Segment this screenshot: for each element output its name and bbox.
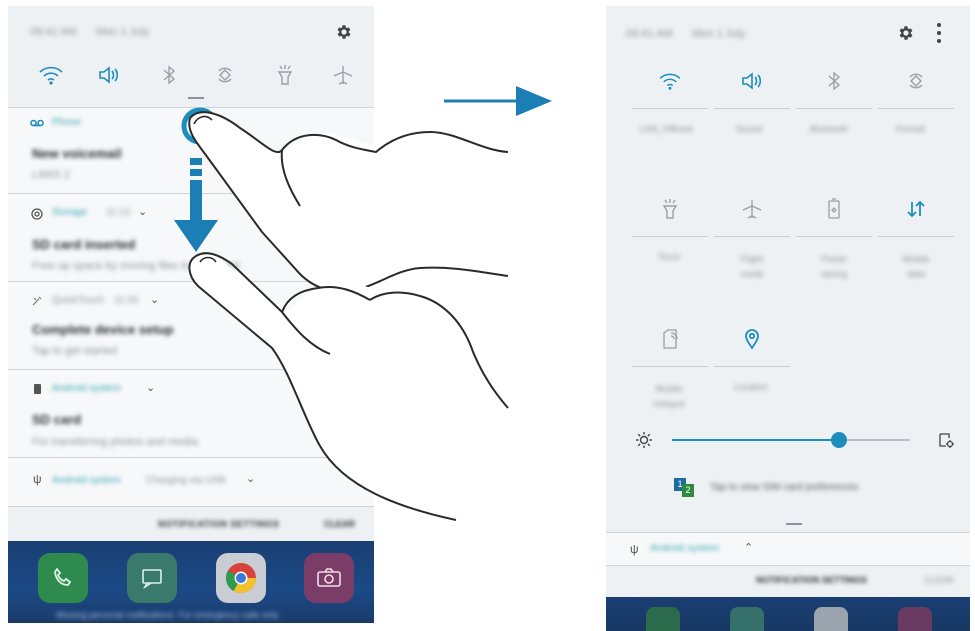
mobile-hotspot-icon (656, 326, 684, 352)
tile-label: Flight mode (740, 254, 764, 279)
brightness-slider-fill (672, 439, 839, 441)
location-icon (738, 326, 766, 352)
tile-location[interactable]: Location (714, 326, 790, 416)
tile-label: Bluetooth (810, 124, 849, 134)
tile-auto-rotate[interactable]: Portrait (878, 62, 954, 142)
tile-sound[interactable]: Sound (714, 62, 790, 142)
mobile-data-icon (902, 196, 930, 222)
status-time: 09:41 AM (626, 28, 673, 40)
drag-handle[interactable] (786, 523, 802, 525)
lower-hand (189, 253, 509, 524)
tile-label: Sound (736, 124, 763, 134)
brightness-slider-thumb[interactable] (830, 432, 847, 448)
tile-mobile-hotspot[interactable]: Mobile Hotspot (632, 326, 708, 416)
auto-brightness-icon[interactable] (936, 430, 956, 450)
bluetooth-icon (820, 68, 848, 94)
sound-icon (738, 68, 766, 94)
tile-mobile-data[interactable]: Mobile data (878, 196, 954, 296)
wifi-icon (656, 68, 684, 94)
tile-label: Mobile Hotspot (653, 384, 685, 409)
notification-app: Android system (650, 543, 719, 554)
transition-arrow (444, 86, 552, 116)
chevron-up-icon[interactable]: ⌃ (744, 541, 753, 554)
tile-label: Mobile data (902, 254, 930, 279)
tile-torch[interactable]: Torch (632, 196, 708, 296)
torch-icon (656, 196, 684, 222)
tile-power-saving[interactable]: Power saving (796, 196, 872, 296)
swipe-down-arrow (174, 158, 218, 252)
sim-card-icon: 1 2 (674, 478, 696, 498)
clear-button[interactable]: CLEAR (924, 575, 954, 585)
tile-flight-mode[interactable]: Flight mode (714, 196, 790, 296)
status-date: Mon 1 July (692, 28, 746, 40)
tile-wifi[interactable]: LAN_Offered (632, 62, 708, 142)
brightness-slider-track[interactable] (672, 432, 910, 448)
list-item[interactable]: ψ Android system ⌃ (606, 533, 970, 565)
more-options-icon[interactable] (936, 22, 942, 44)
notification-settings-button[interactable]: NOTIFICATION SETTINGS (756, 575, 867, 585)
auto-rotate-icon (902, 68, 930, 94)
right-phone-screen: 09:41 AM Mon 1 July LAN_Offered Sound Bl… (606, 6, 970, 631)
brightness-icon (634, 430, 654, 450)
home-dock (606, 597, 970, 631)
tile-label: LAN_Offered (640, 124, 693, 134)
tile-label: Portrait (896, 124, 926, 134)
tile-bluetooth[interactable]: Bluetooth (796, 62, 872, 142)
flight-mode-icon (738, 196, 766, 222)
tile-label: Location (734, 382, 769, 392)
tile-label: Power saving (820, 254, 847, 279)
power-saving-icon (820, 196, 848, 222)
usb-icon: ψ (630, 542, 639, 556)
tile-label: Torch (658, 252, 681, 262)
sim-hint-text[interactable]: Tap to view SIM card preferences (710, 482, 858, 493)
gear-icon[interactable] (896, 23, 916, 43)
